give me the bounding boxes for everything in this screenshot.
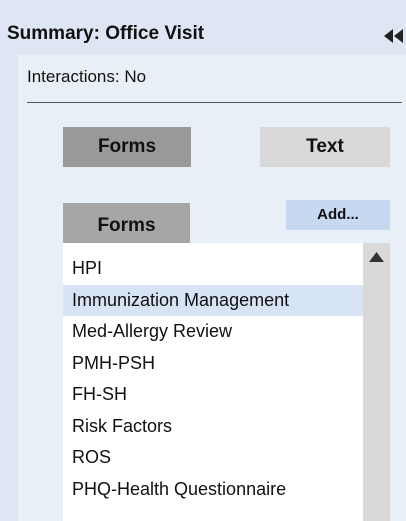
interactions-status: Interactions: No — [27, 67, 147, 86]
text-toggle-button[interactable]: Text — [260, 127, 390, 167]
add-form-button[interactable]: Add... — [286, 200, 390, 230]
panel-title: Summary: Office Visit — [7, 23, 205, 44]
scroll-up-button[interactable] — [363, 249, 390, 265]
panel-header: Summary: Office Visit — [0, 0, 406, 44]
list-item-immunization-management[interactable]: Immunization Management — [63, 284, 363, 316]
list-item-risk-factors[interactable]: Risk Factors — [63, 411, 363, 443]
list-item-hpi[interactable]: HPI — [63, 253, 363, 285]
list-item-phq-health-questionnaire[interactable]: PHQ-Health Questionnaire — [63, 474, 363, 506]
list-top-padding — [63, 243, 363, 253]
forms-list: HPI Immunization Management Med-Allergy … — [63, 243, 363, 521]
list-item-pmh-psh[interactable]: PMH-PSH — [63, 348, 363, 380]
double-chevron-left-icon — [384, 29, 403, 43]
forms-tab[interactable]: Forms — [63, 203, 190, 243]
collapse-panel-button[interactable] — [378, 26, 406, 46]
divider — [27, 102, 402, 103]
summary-panel: Summary: Office Visit Interactions: No F… — [0, 0, 406, 521]
list-item-fh-sh[interactable]: FH-SH — [63, 379, 363, 411]
forms-list-scrollbar[interactable] — [363, 243, 390, 521]
list-item-med-allergy-review[interactable]: Med-Allergy Review — [63, 316, 363, 348]
list-item-ros[interactable]: ROS — [63, 442, 363, 474]
triangle-up-icon — [369, 252, 384, 262]
forms-toggle-button[interactable]: Forms — [63, 127, 191, 167]
